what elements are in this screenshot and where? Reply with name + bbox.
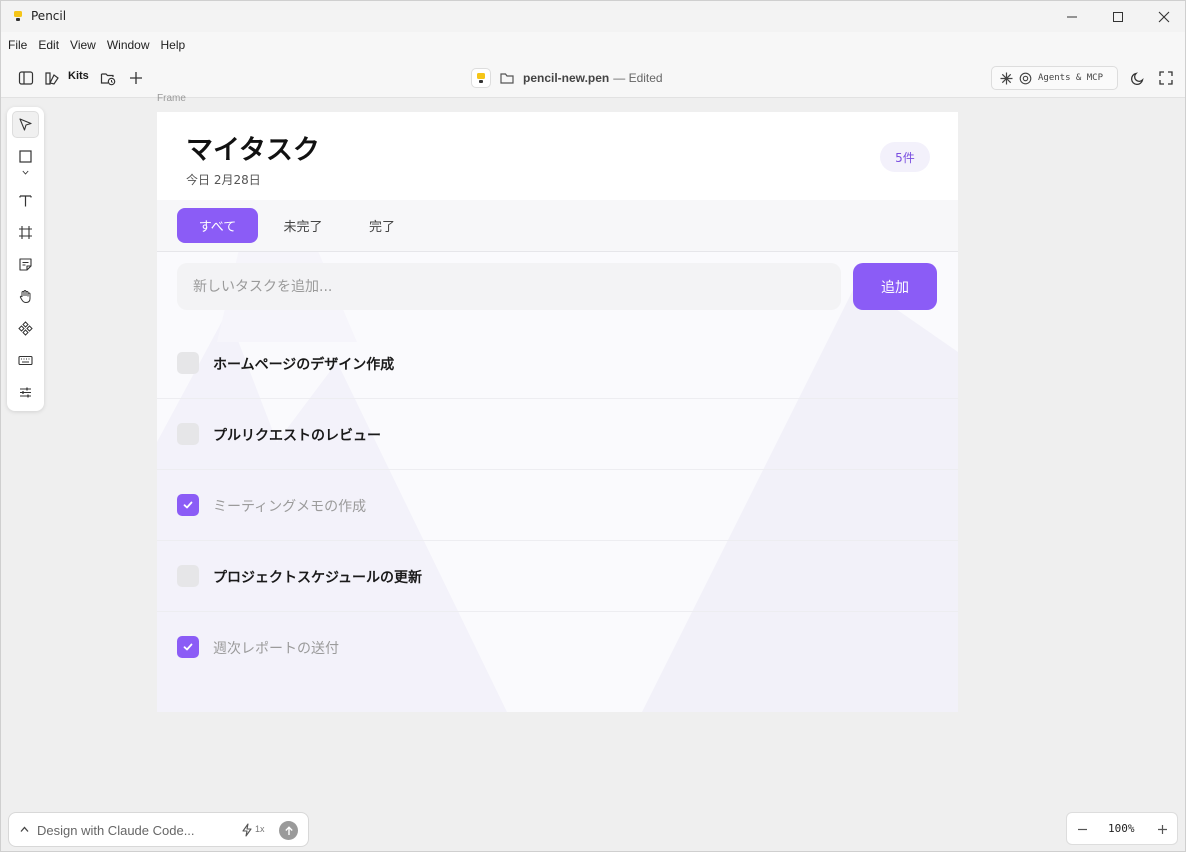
top-toolbar: Kits pencil-new.pen — Edited Agents & MC…: [1, 58, 1185, 98]
task-count-badge: 5件: [880, 142, 930, 172]
send-button[interactable]: [279, 821, 298, 840]
hand-icon: [19, 290, 31, 303]
page-title: マイタスク: [186, 135, 320, 166]
kits-button[interactable]: [43, 69, 61, 87]
rectangle-icon: [19, 150, 32, 163]
check-icon: [183, 643, 193, 651]
minimize-icon: [1067, 16, 1077, 17]
component-icon: [18, 321, 33, 336]
tab-incomplete[interactable]: 未完了: [263, 208, 343, 243]
note-tool[interactable]: [12, 251, 39, 278]
new-file-button[interactable]: [127, 69, 145, 87]
task-row[interactable]: プロジェクトスケジュールの更新: [157, 541, 958, 612]
check-icon: [183, 501, 193, 509]
task-row[interactable]: 週次レポートの送付: [157, 612, 958, 683]
settings-tool[interactable]: [12, 379, 39, 406]
tool-rail: [7, 107, 44, 411]
component-tool[interactable]: [12, 315, 39, 342]
folder-clock-icon: [100, 73, 116, 86]
claude-icon: [1000, 72, 1013, 84]
arrow-up-icon: [284, 825, 293, 835]
hand-tool[interactable]: [12, 283, 39, 310]
pencil-badge-icon: [471, 68, 491, 88]
task-row[interactable]: ミーティングメモの作成: [157, 470, 958, 541]
task-text: ホームページのデザイン作成: [213, 357, 395, 373]
menu-help[interactable]: Help: [161, 38, 186, 52]
select-tool[interactable]: [12, 111, 39, 138]
zoom-level[interactable]: 100%: [1108, 822, 1135, 835]
menu-view[interactable]: View: [70, 38, 96, 52]
task-row[interactable]: プルリクエストのレビュー: [157, 399, 958, 470]
window-title: Pencil: [31, 9, 67, 23]
moon-icon: [1130, 72, 1144, 86]
maximize-icon: [1113, 11, 1123, 22]
frame-icon: [19, 226, 32, 239]
task-text: プロジェクトスケジュールの更新: [213, 570, 423, 586]
kits-icon: [45, 72, 59, 85]
chevron-up-icon[interactable]: [19, 824, 30, 835]
text-icon: [19, 195, 32, 207]
frame-tool[interactable]: [12, 219, 39, 246]
add-task-button[interactable]: 追加: [853, 263, 937, 310]
folder-icon: [500, 73, 514, 84]
app-window: Pencil File Edit View Window Help Kits p…: [0, 0, 1186, 852]
file-name[interactable]: pencil-new.pen: [523, 71, 609, 85]
task-checkbox[interactable]: [177, 565, 199, 587]
close-button[interactable]: [1141, 1, 1185, 32]
file-indicator: pencil-new.pen — Edited: [471, 67, 663, 89]
new-task-input[interactable]: [177, 263, 841, 310]
task-checkbox[interactable]: [177, 494, 199, 516]
sidebar-icon: [18, 71, 34, 85]
kits-label[interactable]: Kits: [68, 70, 89, 82]
menu-file[interactable]: File: [8, 38, 27, 52]
filter-tabs: すべて 未完了 完了: [157, 200, 958, 252]
tab-complete[interactable]: 完了: [347, 208, 417, 243]
plus-icon: [130, 72, 142, 84]
recent-files-button[interactable]: [99, 69, 117, 87]
lightning-icon[interactable]: [241, 823, 253, 837]
title-bar: Pencil: [1, 1, 1185, 32]
zoom-in-icon[interactable]: [1157, 824, 1168, 835]
keyboard-icon: [18, 355, 33, 366]
toggle-sidebar-button[interactable]: [17, 69, 35, 87]
claude-prompt-box: 1x: [8, 812, 309, 847]
maximize-button[interactable]: [1095, 1, 1141, 32]
fullscreen-icon: [1159, 71, 1173, 85]
todo-frame[interactable]: マイタスク 今日 2月28日 5件 すべて 未完了 完了 追加 ホームページのデ…: [157, 112, 958, 712]
app-header: マイタスク 今日 2月28日 5件: [157, 112, 958, 200]
agents-label: Agents & MCP: [1038, 73, 1104, 83]
keyboard-shortcuts-tool[interactable]: [12, 347, 39, 374]
zoom-control: 100%: [1066, 812, 1178, 845]
task-row[interactable]: ホームページのデザイン作成: [157, 328, 958, 399]
claude-prompt-input[interactable]: [37, 821, 227, 839]
sliders-icon: [20, 387, 31, 398]
task-checkbox[interactable]: [177, 636, 199, 658]
sticky-note-icon: [19, 258, 32, 271]
text-tool[interactable]: [12, 187, 39, 214]
menu-window[interactable]: Window: [107, 38, 150, 52]
page-date: 今日 2月28日: [186, 173, 261, 187]
close-icon: [1158, 11, 1170, 22]
frame-label[interactable]: Frame: [157, 93, 186, 104]
agents-mcp-button[interactable]: Agents & MCP: [991, 66, 1118, 90]
chevron-down-icon: [22, 170, 29, 175]
menu-bar: File Edit View Window Help: [1, 32, 1185, 58]
zoom-out-icon[interactable]: [1077, 824, 1088, 835]
minimize-button[interactable]: [1049, 1, 1095, 32]
task-text: 週次レポートの送付: [213, 641, 339, 657]
fullscreen-button[interactable]: [1157, 69, 1175, 87]
theme-toggle-button[interactable]: [1129, 69, 1147, 87]
pencil-app-icon: [14, 11, 22, 21]
tab-all[interactable]: すべて: [177, 208, 258, 243]
openai-icon: [1019, 72, 1032, 84]
cursor-icon: [19, 118, 32, 131]
task-checkbox[interactable]: [177, 352, 199, 374]
shape-options-toggle[interactable]: [12, 165, 39, 179]
speed-label[interactable]: 1x: [255, 824, 265, 834]
file-status: — Edited: [613, 71, 663, 85]
task-checkbox[interactable]: [177, 423, 199, 445]
task-text: ミーティングメモの作成: [213, 499, 367, 515]
menu-edit[interactable]: Edit: [38, 38, 59, 52]
task-text: プルリクエストのレビュー: [213, 428, 381, 444]
